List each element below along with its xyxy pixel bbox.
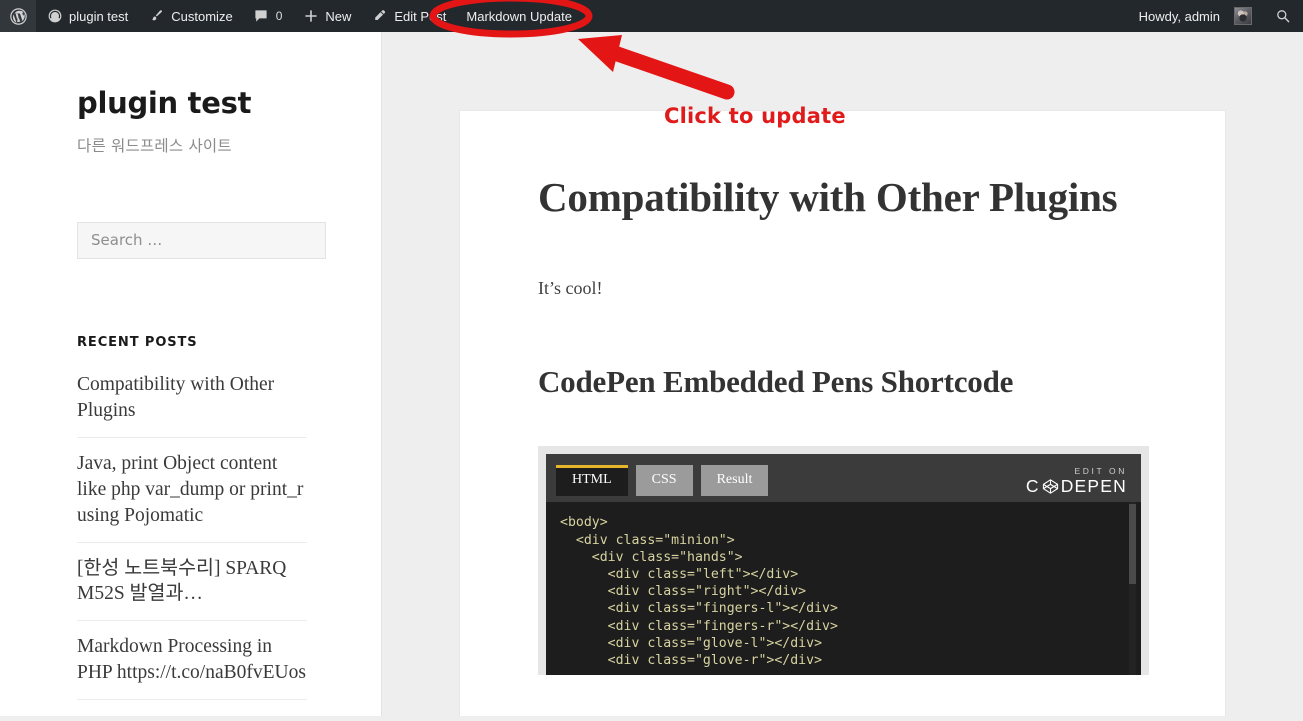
codepen-wordmark: C DEPEN xyxy=(1026,476,1127,497)
site-description: 다른 워드프레스 사이트 xyxy=(77,136,232,155)
search-input[interactable] xyxy=(77,221,326,259)
page-title: Compatibility with Other Plugins xyxy=(538,174,1118,220)
adminbar-item-customize[interactable]: Customize xyxy=(138,0,242,32)
codepen-tabs: HTML CSS Result xyxy=(556,465,769,502)
codepen-code-text: <body> <div class="minion"> <div class="… xyxy=(560,515,838,668)
codepen-tab-css[interactable]: CSS xyxy=(635,465,693,497)
wp-admin-bar: plugin test Customize 0 New Edit Post Ma… xyxy=(0,0,1303,32)
main-content-area: Compatibility with Other Plugins It’s co… xyxy=(383,32,1303,716)
recent-post-link[interactable]: Markdown Processing in PHP https://t.co/… xyxy=(77,633,307,699)
adminbar-comment-count: 0 xyxy=(275,9,283,23)
adminbar-howdy-label: Howdy, admin xyxy=(1138,8,1220,24)
recent-post-link[interactable]: Web Directions Video xyxy=(77,712,307,716)
entry-paragraph: It’s cool! xyxy=(538,278,603,299)
page-wrapper: plugin test 다른 워드프레스 사이트 Recent Posts Co… xyxy=(0,32,1303,716)
adminbar-edit-post-label: Edit Post xyxy=(394,8,447,24)
recent-post-link[interactable]: Compatibility with Other Plugins xyxy=(77,371,307,437)
recent-post-link[interactable]: [한성 노트북수리] SPARQ M52S 발열과… xyxy=(77,555,307,621)
list-item: [한성 노트북수리] SPARQ M52S 발열과… xyxy=(77,555,307,622)
site-title[interactable]: plugin test xyxy=(77,87,324,120)
codepen-tab-html[interactable]: HTML xyxy=(556,465,628,497)
codepen-wordmark-right: DEPEN xyxy=(1060,476,1127,497)
codepen-wordmark-left: C xyxy=(1025,476,1040,497)
codepen-scrollbar-thumb[interactable] xyxy=(1129,504,1136,585)
adminbar-site-name-label: plugin test xyxy=(69,8,129,24)
comment-icon xyxy=(253,8,270,25)
codepen-edit-on-label: EDIT ON xyxy=(1074,466,1127,477)
list-item: Compatibility with Other Plugins xyxy=(77,371,307,438)
codepen-cube-icon xyxy=(1042,479,1058,495)
search-icon xyxy=(1274,8,1291,25)
adminbar-search-button[interactable] xyxy=(1262,0,1303,32)
codepen-embed: HTML CSS Result EDIT ON C DEPEN <body> <… xyxy=(538,446,1149,676)
plus-icon xyxy=(302,8,319,25)
paintbrush-icon xyxy=(148,8,165,25)
adminbar-item-edit-post[interactable]: Edit Post xyxy=(361,0,456,32)
codepen-scrollbar[interactable] xyxy=(1129,502,1136,676)
wordpress-logo-icon xyxy=(10,7,27,25)
adminbar-new-label: New xyxy=(325,8,352,24)
section-heading: CodePen Embedded Pens Shortcode xyxy=(538,364,1014,400)
adminbar-customize-label: Customize xyxy=(171,8,233,24)
adminbar-markdown-update-label: Markdown Update xyxy=(466,8,572,24)
pencil-icon xyxy=(371,8,388,25)
avatar xyxy=(1234,7,1252,25)
adminbar-item-comments[interactable]: 0 xyxy=(243,0,293,32)
post-card: Compatibility with Other Plugins It’s co… xyxy=(459,110,1226,716)
list-item: Web Directions Video xyxy=(77,712,307,716)
codepen-code-pane[interactable]: <body> <div class="minion"> <div class="… xyxy=(546,502,1141,676)
dashboard-icon xyxy=(46,8,63,25)
adminbar-spacer xyxy=(582,0,1129,32)
site-sidebar: plugin test 다른 워드프레스 사이트 Recent Posts Co… xyxy=(0,32,382,716)
codepen-toolbar: HTML CSS Result EDIT ON C DEPEN xyxy=(546,454,1141,503)
codepen-edit-link[interactable]: EDIT ON C DEPEN xyxy=(1026,466,1127,497)
recent-posts-heading: Recent Posts xyxy=(77,334,198,350)
wordpress-logo-button[interactable] xyxy=(0,0,36,32)
recent-post-link[interactable]: Java, print Object content like php var_… xyxy=(77,450,307,542)
search-form xyxy=(77,221,326,259)
adminbar-item-markdown-update[interactable]: Markdown Update xyxy=(456,0,582,32)
list-item: Markdown Processing in PHP https://t.co/… xyxy=(77,633,307,701)
list-item: Java, print Object content like php var_… xyxy=(77,450,307,543)
recent-posts-list: Compatibility with Other Plugins Java, p… xyxy=(77,371,307,716)
adminbar-item-site-name[interactable]: plugin test xyxy=(36,0,138,32)
codepen-tab-result[interactable]: Result xyxy=(700,465,769,497)
adminbar-item-new[interactable]: New xyxy=(292,0,361,32)
adminbar-item-my-account[interactable]: Howdy, admin xyxy=(1129,0,1262,32)
